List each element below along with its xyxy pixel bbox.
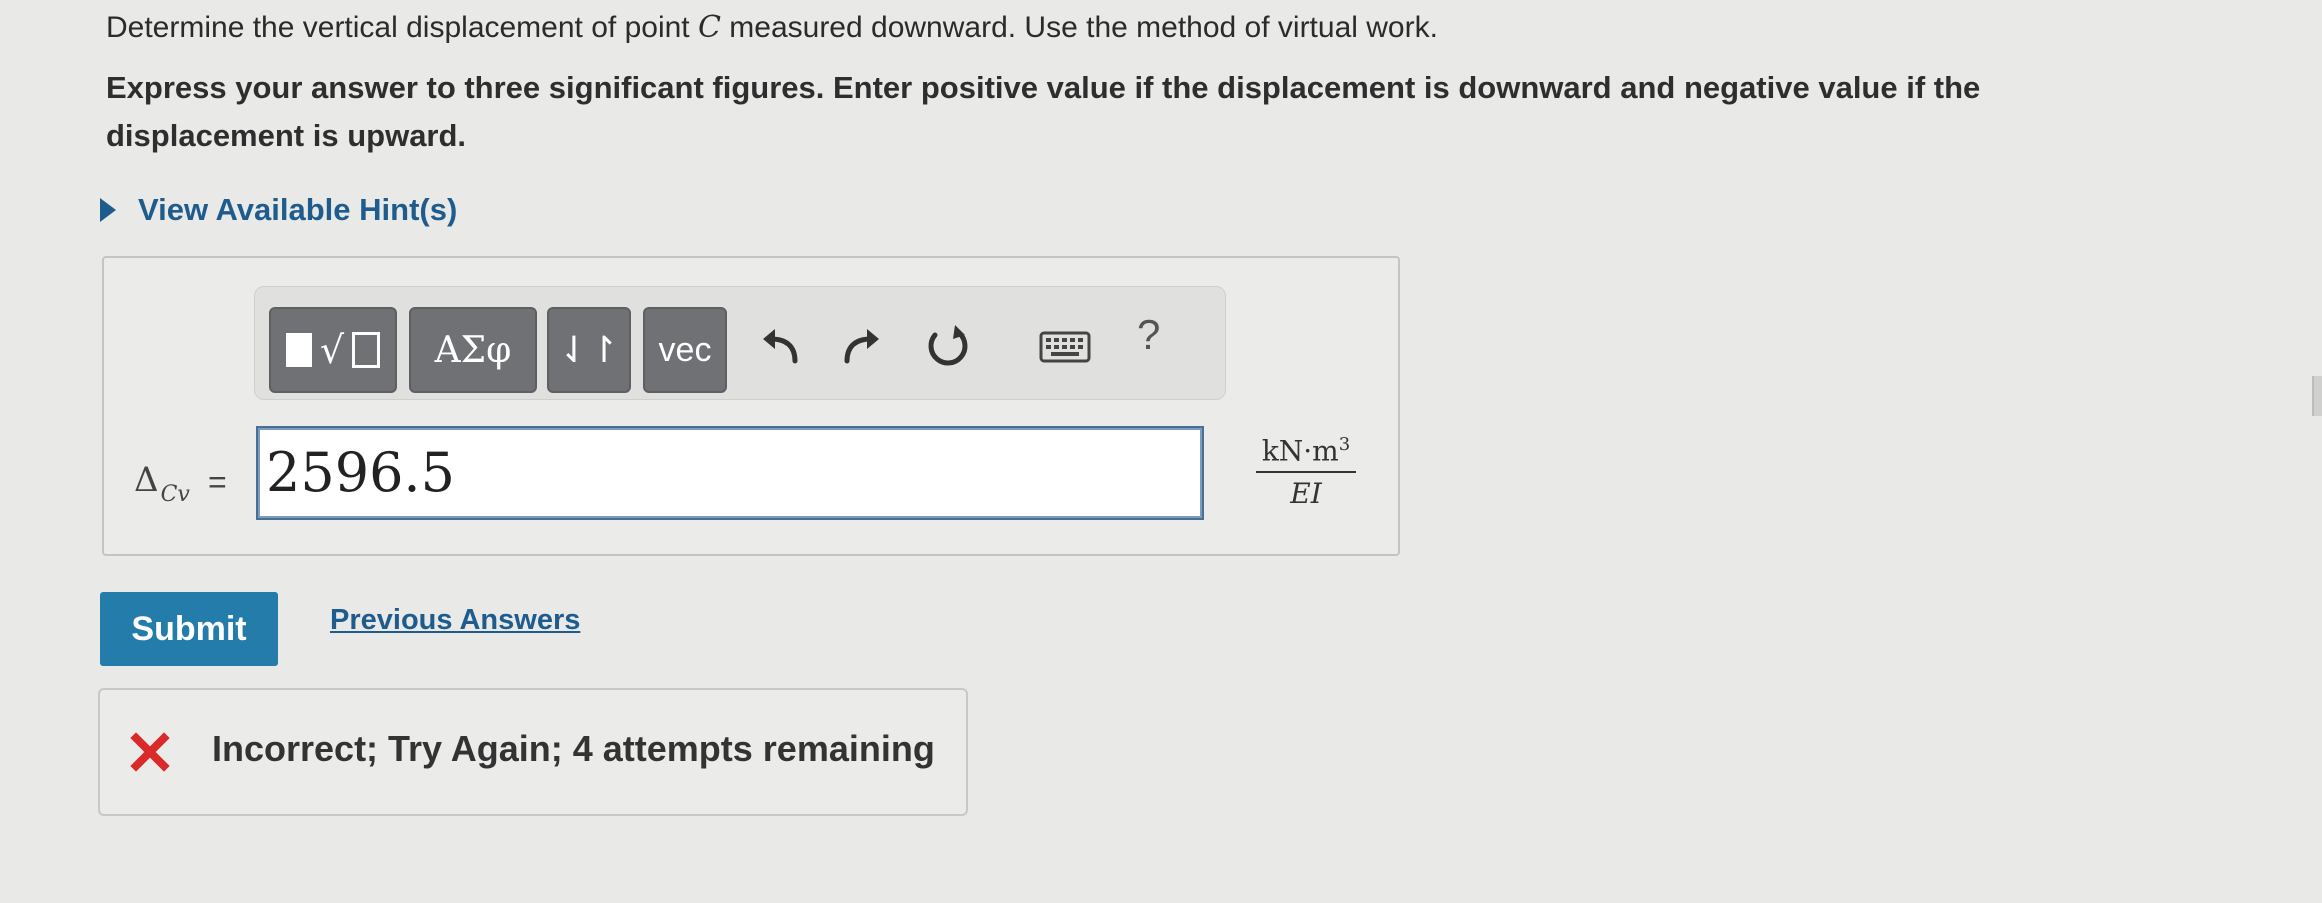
- keyboard-icon[interactable]: [1037, 321, 1093, 373]
- feedback-message: Incorrect; Try Again; 4 attempts remaini…: [98, 688, 968, 816]
- templates-button[interactable]: √: [269, 307, 397, 393]
- point-variable: C: [697, 10, 721, 45]
- answer-instructions: Express your answer to three significant…: [106, 70, 1981, 153]
- units-numerator: kN·m3: [1256, 434, 1356, 474]
- reset-icon[interactable]: [921, 321, 973, 373]
- question-text-part1: Determine the vertical displacement of p…: [106, 11, 698, 44]
- undo-icon[interactable]: [755, 321, 807, 373]
- vector-button[interactable]: vec: [643, 307, 727, 393]
- previous-answers-link[interactable]: Previous Answers: [330, 604, 580, 637]
- view-hints-label: View Available Hint(s): [138, 192, 458, 227]
- submit-button[interactable]: Submit: [100, 592, 278, 666]
- units-denominator: EI: [1290, 477, 1322, 511]
- redo-icon[interactable]: [835, 321, 887, 373]
- template-radical-icon: [285, 333, 312, 367]
- delta-subscript: Cv: [160, 482, 190, 507]
- math-toolbar: √ ΑΣφ ⇃↾ vec ?: [254, 286, 1226, 400]
- view-hints-toggle[interactable]: View Available Hint(s): [100, 192, 457, 228]
- answer-variable-label: Δ Cv: [134, 460, 190, 507]
- radical-glyph-icon: √: [319, 328, 345, 372]
- answer-units: kN·m3 EI: [1256, 434, 1356, 510]
- subscript-superscript-button[interactable]: ⇃↾: [547, 307, 631, 393]
- delta-symbol: Δ: [134, 460, 159, 500]
- equals-sign: =: [208, 464, 227, 500]
- side-panel-handle[interactable]: [2312, 376, 2322, 416]
- question-text-part2: measured downward. Use the method of vir…: [720, 11, 1438, 44]
- x-mark-icon: [130, 732, 170, 772]
- feedback-text: Incorrect; Try Again; 4 attempts remaini…: [212, 728, 935, 769]
- answer-input[interactable]: 2596.5: [256, 426, 1204, 520]
- greek-symbols-button[interactable]: ΑΣφ: [409, 307, 537, 393]
- template-box-icon: [352, 332, 381, 368]
- question-text: Determine the vertical displacement of p…: [106, 10, 1438, 45]
- caret-right-icon: [100, 198, 116, 222]
- help-button[interactable]: ?: [1137, 311, 1160, 359]
